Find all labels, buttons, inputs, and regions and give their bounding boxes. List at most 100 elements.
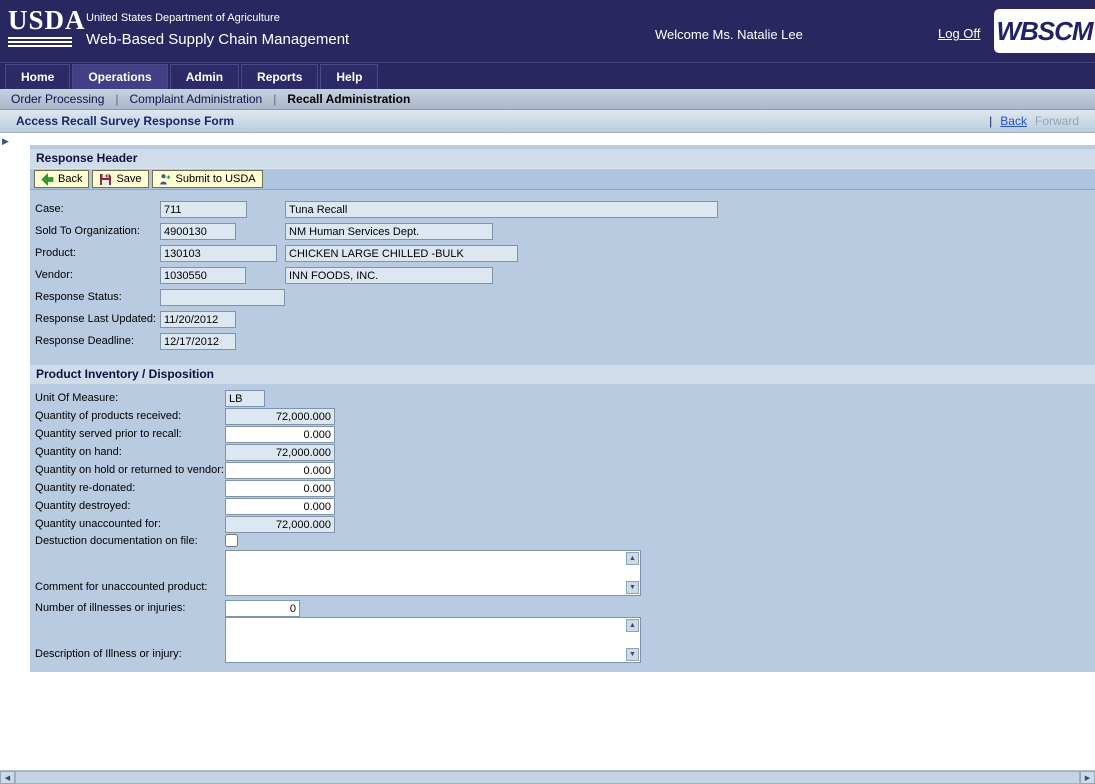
submit-to-usda-button[interactable]: Submit to USDA bbox=[152, 170, 263, 188]
form-row-deadline: Response Deadline: bbox=[30, 333, 1095, 350]
section-title-inventory: Product Inventory / Disposition bbox=[30, 365, 1095, 384]
form-row-uom: Unit Of Measure: bbox=[30, 390, 1095, 407]
form-row-qty-unaccounted: Quantity unaccounted for: bbox=[30, 516, 1095, 533]
uom-label: Unit Of Measure: bbox=[35, 390, 118, 407]
usda-logo-stripes bbox=[8, 37, 78, 47]
response-deadline-input[interactable] bbox=[160, 333, 236, 350]
department-line: United States Department of Agriculture bbox=[86, 12, 280, 24]
product-code-input[interactable] bbox=[160, 245, 277, 262]
illnesses-input[interactable] bbox=[225, 600, 300, 617]
illness-description-textarea[interactable] bbox=[226, 618, 625, 662]
tab-admin[interactable]: Admin bbox=[170, 64, 239, 89]
subnav-order-processing[interactable]: Order Processing bbox=[0, 92, 115, 106]
history-nav: | Back Forward bbox=[989, 114, 1095, 128]
subnav-recall-administration[interactable]: Recall Administration bbox=[276, 92, 421, 106]
product-label: Product: bbox=[35, 245, 76, 262]
forward-link[interactable]: Forward bbox=[1035, 114, 1079, 128]
qty-on-hand-input[interactable] bbox=[225, 444, 335, 461]
case-code-input[interactable] bbox=[160, 201, 247, 218]
panel-expand-arrow-icon[interactable]: ▶ bbox=[2, 136, 9, 147]
form-row-qty-destroyed: Quantity destroyed: bbox=[30, 498, 1095, 515]
form-row-qty-received: Quantity of products received: bbox=[30, 408, 1095, 425]
form-row-case: Case: bbox=[30, 201, 1095, 218]
scroll-up-icon[interactable]: ▲ bbox=[626, 619, 639, 632]
log-off-link[interactable]: Log Off bbox=[938, 26, 980, 41]
vendor-code-input[interactable] bbox=[160, 267, 246, 284]
qty-unaccounted-label: Quantity unaccounted for: bbox=[35, 516, 161, 533]
qty-served-input[interactable] bbox=[225, 426, 335, 443]
response-deadline-label: Response Deadline: bbox=[35, 333, 134, 350]
scroll-down-icon[interactable]: ▼ bbox=[626, 648, 639, 661]
illness-description-textarea-frame: ▲ ▼ bbox=[225, 617, 641, 663]
form-row-response-status: Response Status: bbox=[30, 289, 1095, 306]
scroll-right-icon[interactable]: ▶ bbox=[1080, 771, 1095, 784]
form-row-sold-to: Sold To Organization: bbox=[30, 223, 1095, 240]
form-row-last-updated: Response Last Updated: bbox=[30, 311, 1095, 328]
horizontal-scrollbar-thumb[interactable] bbox=[15, 771, 1080, 784]
content-panel: Response Header Back Save Submit to USDA bbox=[30, 145, 1095, 672]
back-link[interactable]: Back bbox=[1000, 114, 1027, 128]
usda-logo: USDA bbox=[8, 5, 78, 47]
qty-redonated-input[interactable] bbox=[225, 480, 335, 497]
top-header: USDA United States Department of Agricul… bbox=[0, 0, 1095, 62]
back-button-label: Back bbox=[58, 173, 82, 185]
comment-textarea-frame: ▲ ▼ bbox=[225, 550, 641, 596]
form-row-qty-on-hand: Quantity on hand: bbox=[30, 444, 1095, 461]
sub-navigation: Order Processing | Complaint Administrat… bbox=[0, 89, 1095, 110]
response-last-updated-input[interactable] bbox=[160, 311, 236, 328]
form-toolbar: Back Save Submit to USDA bbox=[30, 168, 1095, 190]
response-status-label: Response Status: bbox=[35, 289, 122, 306]
form-row-product: Product: bbox=[30, 245, 1095, 262]
form-row-illnesses: Number of illnesses or injuries: bbox=[30, 600, 1095, 617]
tab-home[interactable]: Home bbox=[5, 64, 70, 89]
back-button[interactable]: Back bbox=[34, 170, 89, 188]
tab-reports[interactable]: Reports bbox=[241, 64, 318, 89]
save-disk-icon bbox=[99, 173, 112, 186]
form-row-qty-served: Quantity served prior to recall: bbox=[30, 426, 1095, 443]
form-row-qty-redonated: Quantity re-donated: bbox=[30, 480, 1095, 497]
back-arrow-icon bbox=[41, 173, 54, 186]
form-row-illness-description: Description of Illness or injury: ▲ ▼ bbox=[30, 617, 1095, 663]
sold-to-text-input[interactable] bbox=[285, 223, 493, 240]
save-button[interactable]: Save bbox=[92, 170, 148, 188]
case-text-input[interactable] bbox=[285, 201, 718, 218]
qty-destroyed-label: Quantity destroyed: bbox=[35, 498, 130, 515]
comment-textarea[interactable] bbox=[226, 551, 625, 595]
submit-person-icon bbox=[159, 173, 172, 186]
product-text-input[interactable] bbox=[285, 245, 518, 262]
wbscm-application-window: USDA United States Department of Agricul… bbox=[0, 0, 1095, 784]
tab-help[interactable]: Help bbox=[320, 64, 378, 89]
qty-destroyed-input[interactable] bbox=[225, 498, 335, 515]
illnesses-label: Number of illnesses or injuries: bbox=[35, 600, 185, 617]
page-title-bar: Access Recall Survey Response Form | Bac… bbox=[0, 110, 1095, 133]
qty-received-input[interactable] bbox=[225, 408, 335, 425]
save-button-label: Save bbox=[116, 173, 141, 185]
qty-on-hold-input[interactable] bbox=[225, 462, 335, 479]
vendor-text-input[interactable] bbox=[285, 267, 493, 284]
history-nav-separator: | bbox=[989, 114, 992, 128]
case-label: Case: bbox=[35, 201, 64, 218]
scroll-down-icon[interactable]: ▼ bbox=[626, 581, 639, 594]
tab-operations[interactable]: Operations bbox=[72, 64, 167, 89]
scroll-left-icon[interactable]: ◀ bbox=[0, 771, 15, 784]
response-status-input[interactable] bbox=[160, 289, 285, 306]
horizontal-scrollbar[interactable]: ◀ ▶ bbox=[0, 770, 1095, 784]
destruction-doc-checkbox[interactable] bbox=[225, 534, 238, 547]
qty-unaccounted-input[interactable] bbox=[225, 516, 335, 533]
subnav-complaint-administration[interactable]: Complaint Administration bbox=[119, 92, 274, 106]
application-title: Web-Based Supply Chain Management bbox=[86, 31, 349, 48]
form-row-qty-on-hold: Quantity on hold or returned to vendor: bbox=[30, 462, 1095, 479]
comment-label: Comment for unaccounted product: bbox=[35, 581, 207, 594]
sold-to-code-input[interactable] bbox=[160, 223, 236, 240]
vendor-label: Vendor: bbox=[35, 267, 73, 284]
form-row-comment: Comment for unaccounted product: ▲ ▼ bbox=[30, 550, 1095, 596]
scroll-up-icon[interactable]: ▲ bbox=[626, 552, 639, 565]
uom-input[interactable] bbox=[225, 390, 265, 407]
qty-on-hand-label: Quantity on hand: bbox=[35, 444, 122, 461]
qty-redonated-label: Quantity re-donated: bbox=[35, 480, 135, 497]
section-title-response-header: Response Header bbox=[30, 149, 1095, 168]
sold-to-label: Sold To Organization: bbox=[35, 223, 140, 240]
form-row-vendor: Vendor: bbox=[30, 267, 1095, 284]
qty-served-label: Quantity served prior to recall: bbox=[35, 426, 182, 443]
qty-on-hold-label: Quantity on hold or returned to vendor: bbox=[35, 462, 224, 479]
